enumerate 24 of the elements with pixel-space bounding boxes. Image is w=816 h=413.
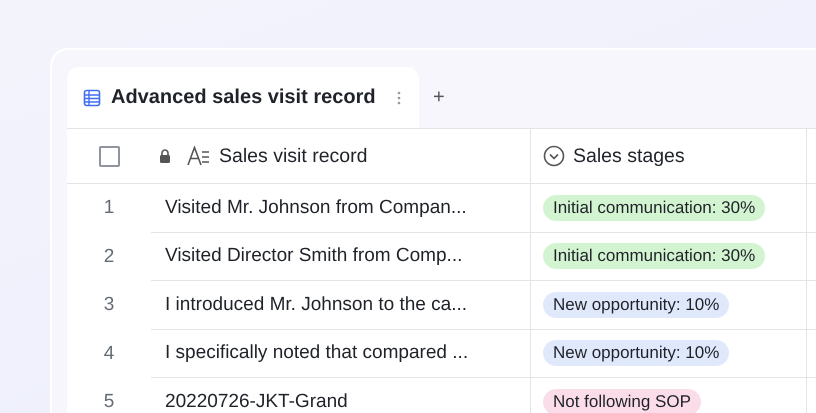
row-number: 3 (104, 294, 114, 316)
stage-tag: Initial communication: 30% (543, 194, 766, 221)
sheet-tab[interactable]: Advanced sales visit record (67, 67, 419, 128)
add-tab-button[interactable]: + (427, 82, 451, 113)
more-options-icon[interactable] (397, 90, 401, 106)
select-all-checkbox[interactable] (98, 146, 120, 166)
table-cell: Visited Director Smith from Comp... (165, 245, 462, 268)
stage-tag: Initial communication: 30% (543, 243, 766, 270)
text-field-icon (187, 146, 211, 166)
stage-tag: New opportunity: 10% (543, 292, 730, 318)
row-number: 4 (104, 342, 114, 365)
dropdown-circle-icon (543, 145, 565, 167)
table-cell: Visited Mr. Johnson from Compan... (165, 196, 467, 219)
grid-table-icon (83, 88, 101, 106)
stage-tag: New opportunity: 10% (543, 340, 730, 366)
row-number: 1 (104, 197, 114, 220)
table-cell: 20220726-JKT-Grand (165, 390, 348, 413)
table-cell: I specifically noted that compared ... (165, 342, 468, 364)
row-number: 5 (104, 391, 114, 413)
column-header[interactable]: Sales visit record (219, 144, 368, 168)
row-number: 2 (104, 246, 114, 268)
column-header[interactable]: Sales stages (573, 144, 685, 168)
table-cell: I introduced Mr. Johnson to the ca... (165, 294, 468, 316)
stage-tag: Not following SOP (543, 388, 701, 413)
